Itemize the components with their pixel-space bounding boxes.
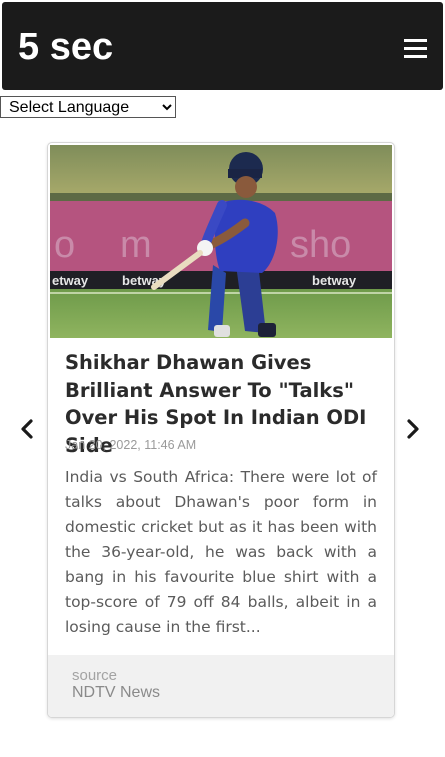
source-name[interactable]: NDTV News xyxy=(72,684,160,702)
app-logo[interactable]: 5 sec xyxy=(18,24,113,70)
svg-text:m: m xyxy=(120,224,152,266)
svg-text:sho: sho xyxy=(290,224,351,266)
language-select[interactable]: Select Language xyxy=(0,96,176,118)
article-description: India vs South Africa: There were lot of… xyxy=(65,468,377,636)
cricket-batsman-photo: o m sho etway betway betway xyxy=(50,145,392,338)
hamburger-menu-icon[interactable] xyxy=(404,39,427,59)
chevron-right-icon[interactable] xyxy=(403,419,423,439)
news-card[interactable]: o m sho etway betway betway Shikhar Dhaw… xyxy=(47,142,395,718)
chevron-left-icon[interactable] xyxy=(17,419,37,439)
article-date: Jan 20, 2022, 11:46 AM xyxy=(65,438,197,452)
svg-text:betway: betway xyxy=(312,273,357,288)
app-header: 5 sec xyxy=(2,2,443,90)
svg-text:o: o xyxy=(54,224,75,266)
source-label: source xyxy=(72,667,118,684)
svg-text:etway: etway xyxy=(52,273,89,288)
source-footer[interactable]: source NDTV News xyxy=(48,655,394,717)
